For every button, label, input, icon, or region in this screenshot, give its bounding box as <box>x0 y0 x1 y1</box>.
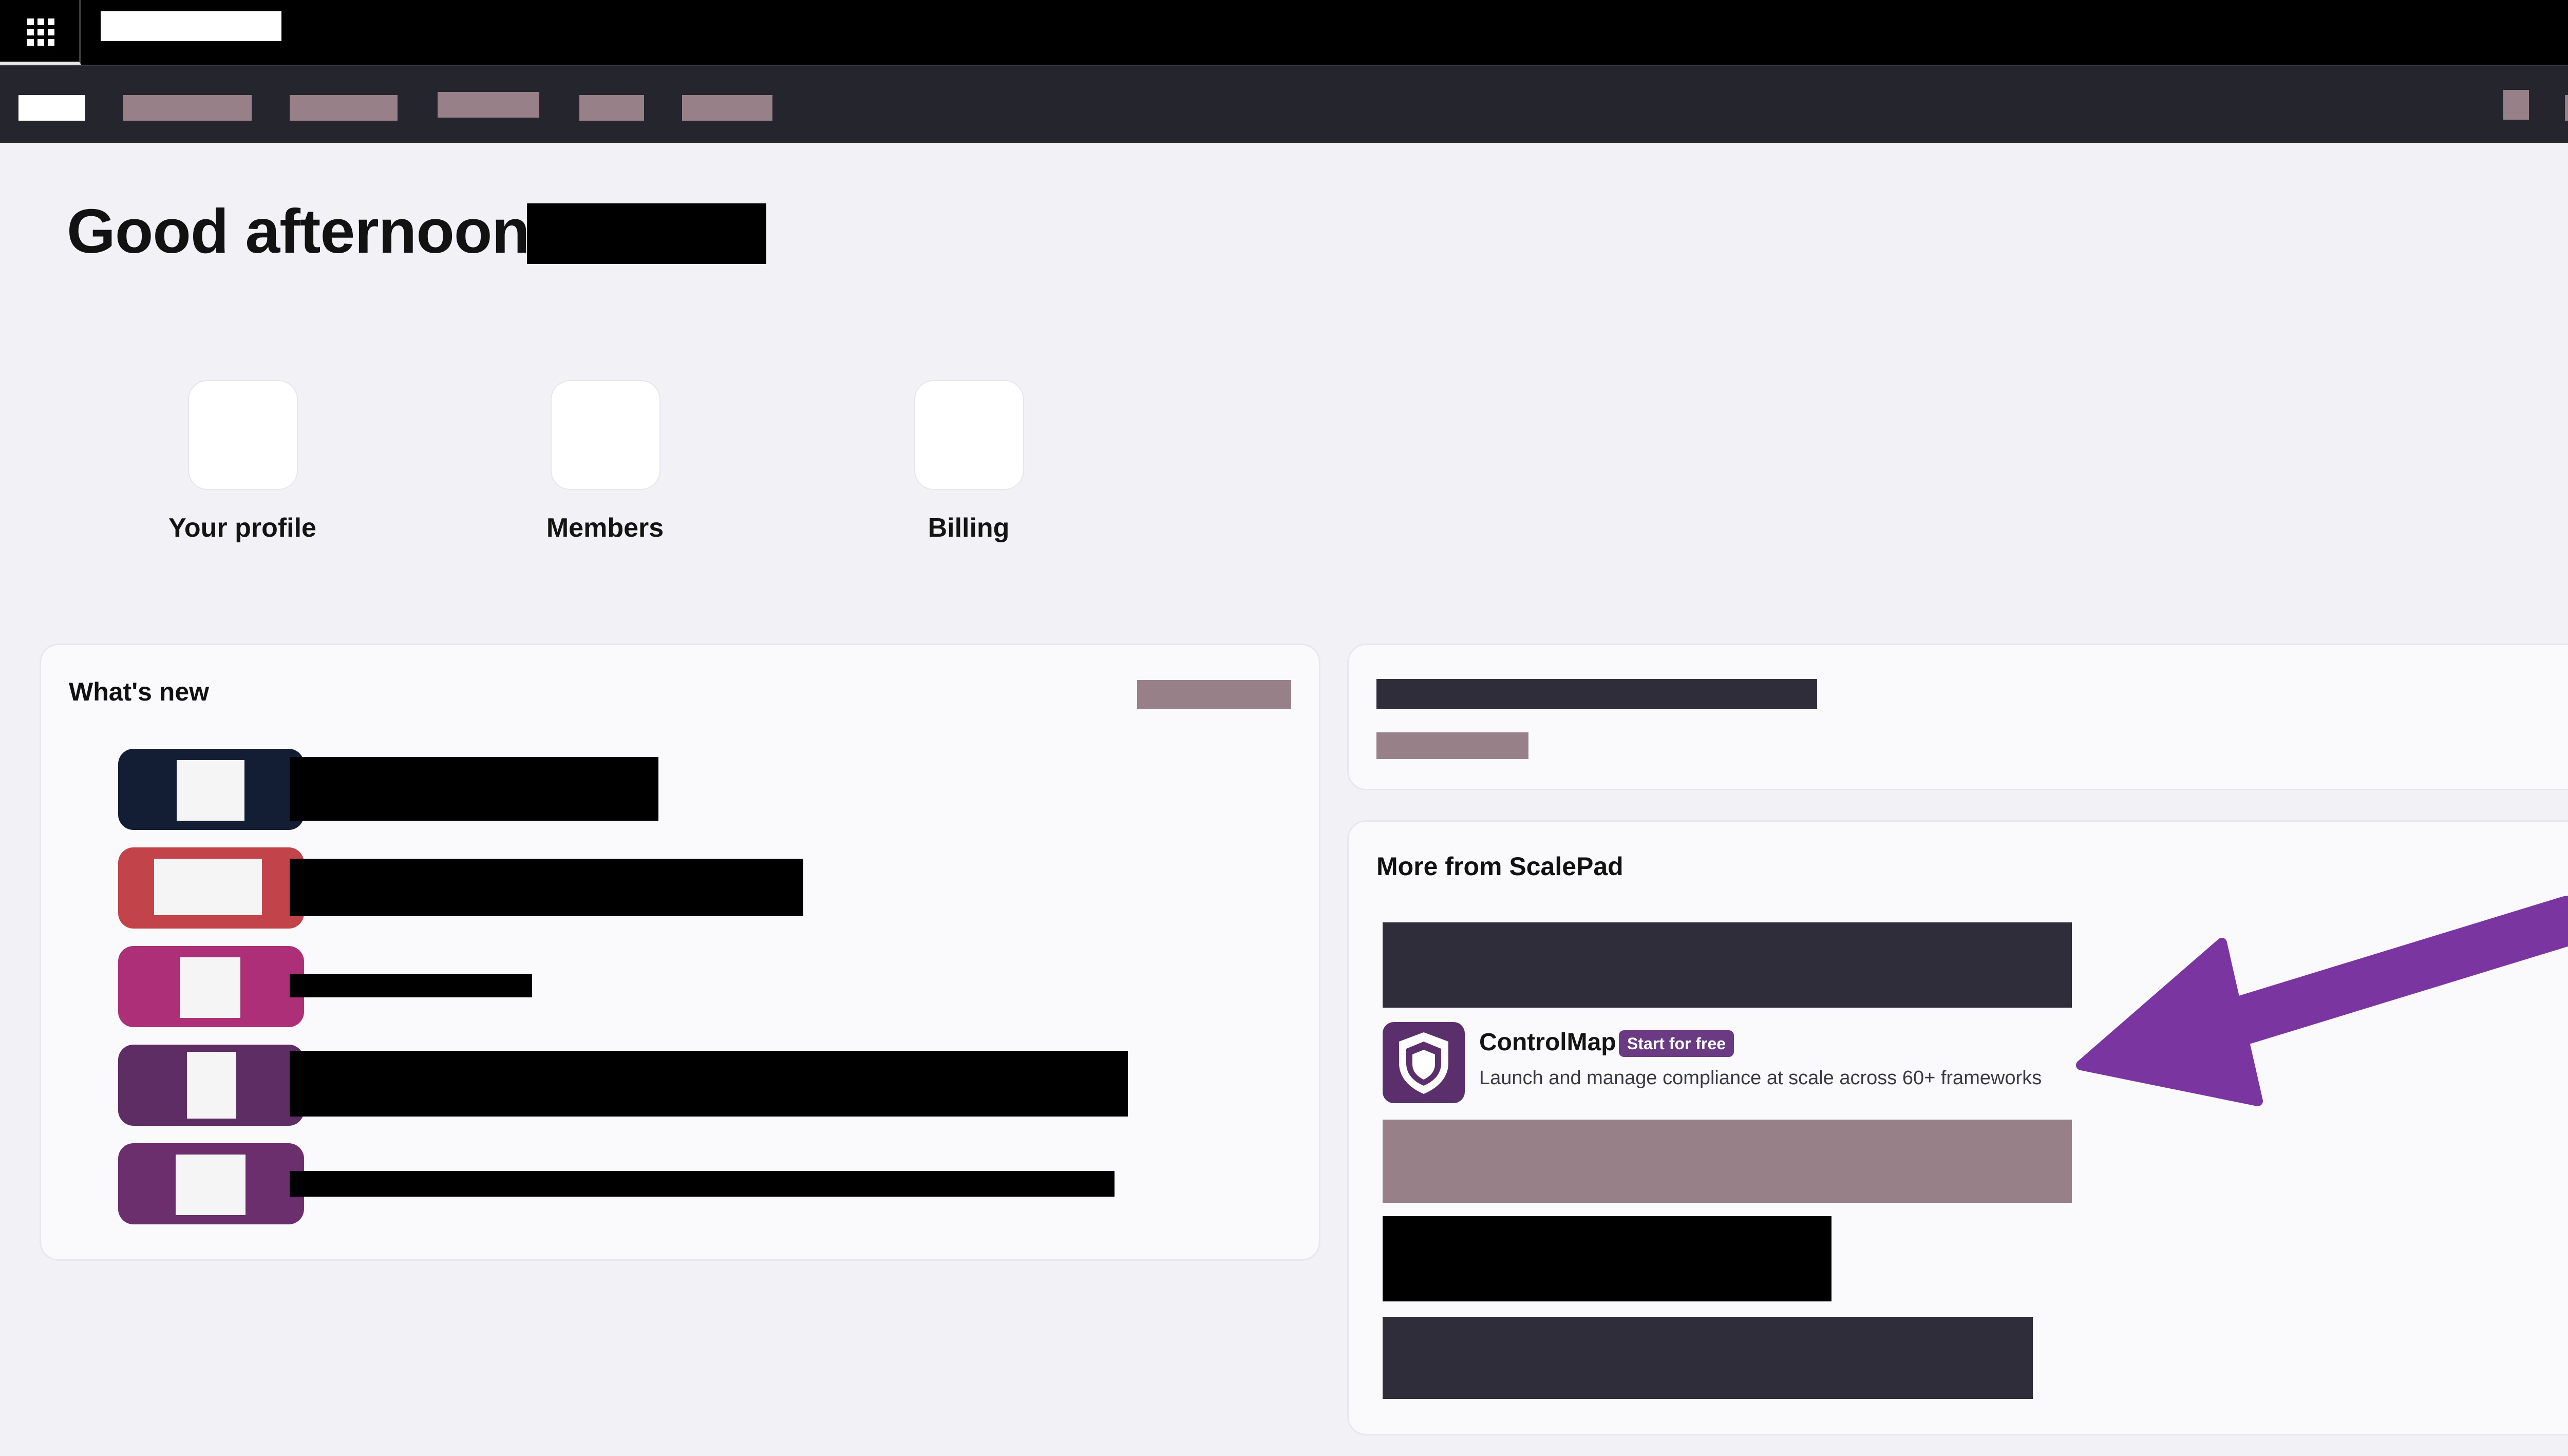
whats-new-title: What's new <box>69 677 210 706</box>
more-from-scalepad-card: More from ScalePad <box>1349 822 2568 1434</box>
redacted-nav-item[interactable] <box>123 95 252 121</box>
app-launcher-button[interactable] <box>0 0 81 65</box>
more-from-title: More from ScalePad <box>1376 852 1623 881</box>
controlmap-description: Launch and manage compliance at scale ac… <box>1479 1067 2042 1089</box>
your-profile-tile[interactable] <box>189 381 297 489</box>
redacted-user-name <box>527 203 766 264</box>
redacted-app-title <box>101 11 281 41</box>
redacted-nav-item[interactable] <box>2565 95 2568 121</box>
news-thumbnail[interactable] <box>118 1045 304 1126</box>
controlmap-logo[interactable] <box>1383 1022 1465 1103</box>
redacted-product-item[interactable] <box>1383 1317 2033 1399</box>
nav-bar <box>0 65 2568 143</box>
news-thumbnail[interactable] <box>118 749 304 830</box>
redacted-news-headline[interactable] <box>290 1051 1128 1117</box>
your-profile-label[interactable]: Your profile <box>135 513 350 543</box>
redacted-nav-item[interactable] <box>438 92 539 118</box>
redacted-summary-link[interactable] <box>1376 732 1528 759</box>
summary-card <box>1349 645 2568 789</box>
redacted-nav-item[interactable] <box>682 95 772 121</box>
news-thumbnail[interactable] <box>118 946 304 1027</box>
redacted-nav-item[interactable] <box>579 95 644 121</box>
billing-tile[interactable] <box>915 381 1023 489</box>
members-tile[interactable] <box>552 381 659 489</box>
members-label[interactable]: Members <box>497 513 713 543</box>
news-thumbnail[interactable] <box>118 1143 304 1224</box>
redacted-news-headline[interactable] <box>290 757 658 821</box>
redacted-product-item[interactable] <box>1383 1216 1831 1301</box>
start-for-free-badge[interactable]: Start for free <box>1619 1030 1734 1057</box>
controlmap-name[interactable]: ControlMap <box>1479 1028 1616 1056</box>
redacted-nav-item[interactable] <box>290 95 398 121</box>
redacted-nav-icon[interactable] <box>2503 90 2529 120</box>
redacted-nav-item-active[interactable] <box>18 95 85 121</box>
greeting-text: Good afternoon, <box>67 196 547 266</box>
redacted-product-item[interactable] <box>1383 1120 2072 1203</box>
redacted-news-headline[interactable] <box>290 1171 1115 1197</box>
page-title: Good afternoon, <box>67 195 547 267</box>
redacted-view-all-link[interactable] <box>1137 680 1291 709</box>
news-thumbnail[interactable] <box>118 847 304 929</box>
top-bar <box>0 0 2568 65</box>
redacted-news-headline[interactable] <box>290 974 532 997</box>
shield-icon <box>1399 1032 1448 1094</box>
whats-new-card: What's new <box>41 645 1319 1259</box>
redacted-news-headline[interactable] <box>290 859 803 916</box>
redacted-product-item[interactable] <box>1383 922 2072 1008</box>
redacted-summary-title <box>1376 679 1817 709</box>
billing-label[interactable]: Billing <box>861 513 1077 543</box>
